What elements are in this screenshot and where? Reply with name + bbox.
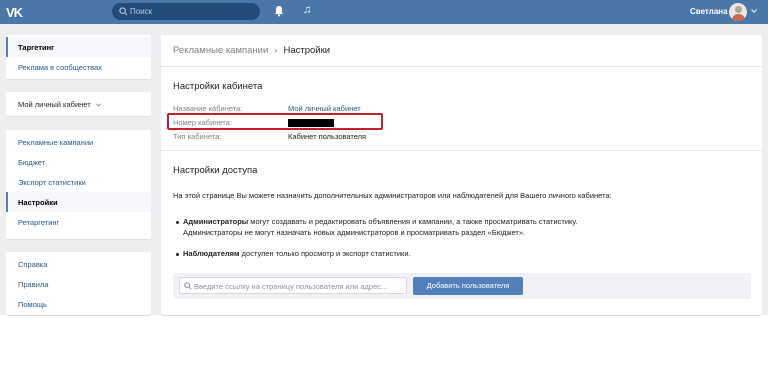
cabinet-type-label: Тип кабинета: xyxy=(173,132,222,141)
user-link-placeholder: Введите ссылку на страницу пользователя … xyxy=(194,282,388,291)
sidebar-item-help[interactable]: Справка xyxy=(6,254,151,274)
cabinet-settings-title: Настройки кабинета xyxy=(173,81,263,92)
breadcrumb: Рекламные кампании › Настройки xyxy=(173,45,330,56)
settings-panel: Рекламные кампании › Настройки Настройки к… xyxy=(161,35,762,315)
sidebar-item-campaigns[interactable]: Рекламные кампании xyxy=(6,132,151,152)
breadcrumb-current: Настройки xyxy=(283,45,331,56)
sidebar-item-support[interactable]: Помощь xyxy=(6,294,151,314)
sidebar-item-retargeting[interactable]: Ретаргетинг xyxy=(6,212,151,232)
search-placeholder: Поиск xyxy=(130,7,153,16)
sidebar-item-settings[interactable]: Настройки xyxy=(6,192,151,212)
avatar[interactable] xyxy=(729,3,747,21)
search-icon xyxy=(119,7,128,16)
access-intro: На этой странице Вы можете назначить доп… xyxy=(173,191,612,200)
breadcrumb-separator: › xyxy=(274,45,278,56)
admins-text: могут создавать и редактировать объявлен… xyxy=(248,217,578,226)
divider xyxy=(161,150,762,151)
sidebar-item-community-ads[interactable]: Реклама в сообществах xyxy=(6,57,151,77)
divider xyxy=(161,66,762,67)
top-header: VK Поиск ♫ Светлана xyxy=(0,0,768,24)
sidebar-item-budget[interactable]: Бюджет xyxy=(6,152,151,172)
highlight-frame xyxy=(167,113,383,130)
breadcrumb-campaigns[interactable]: Рекламные кампании xyxy=(173,45,268,56)
music-icon[interactable]: ♫ xyxy=(303,4,311,16)
cabinet-selector-label: Мой личный кабинет xyxy=(18,100,91,109)
user-link-input[interactable]: Введите ссылку на страницу пользователя … xyxy=(179,277,407,294)
admins-bullet: Администраторы могут создавать и редакти… xyxy=(183,216,577,238)
access-settings-title: Настройки доступа xyxy=(173,165,258,176)
sidebar-item-export[interactable]: Экспорт статистики xyxy=(6,172,151,192)
cabinet-selector[interactable]: Мой личный кабинет xyxy=(6,94,151,114)
bullet-dot xyxy=(176,221,179,224)
sidebar-group-cabinet: Рекламные кампании Бюджет Экспорт статис… xyxy=(6,130,151,239)
cabinet-name-value[interactable]: Мой личный кабинет xyxy=(288,104,361,113)
search-icon xyxy=(184,282,192,290)
admins-text-2: Администраторы не могут назначать новых … xyxy=(183,228,526,237)
sidebar-cabinet-selector[interactable]: Мой личный кабинет xyxy=(6,92,151,116)
cabinet-name-label: Название кабинета: xyxy=(173,104,243,113)
observers-term: Наблюдателям xyxy=(183,249,240,258)
bullet-dot xyxy=(176,253,179,256)
sidebar-item-targeting[interactable]: Таргетинг xyxy=(6,37,151,57)
observers-bullet: Наблюдателям доступен только просмотр и … xyxy=(183,248,411,259)
user-name[interactable]: Светлана xyxy=(690,7,728,16)
vk-logo[interactable]: VK xyxy=(6,5,23,20)
observers-text: доступен только просмотр и экспорт стати… xyxy=(239,249,411,258)
chevron-down-icon xyxy=(95,103,101,107)
chevron-down-icon[interactable] xyxy=(751,9,757,13)
search-box[interactable]: Поиск xyxy=(112,3,260,20)
sidebar-group-ad-type: Таргетинг Реклама в сообществах xyxy=(6,35,151,79)
cabinet-type-value: Кабинет пользователя xyxy=(288,132,367,141)
sidebar-item-rules[interactable]: Правила xyxy=(6,274,151,294)
add-user-box: Введите ссылку на страницу пользователя … xyxy=(173,273,751,299)
admins-term: Администраторы xyxy=(183,217,249,226)
bell-icon[interactable] xyxy=(274,5,284,17)
sidebar-group-help: Справка Правила Помощь xyxy=(6,252,151,315)
add-user-button[interactable]: Добавить пользователя xyxy=(413,277,523,295)
